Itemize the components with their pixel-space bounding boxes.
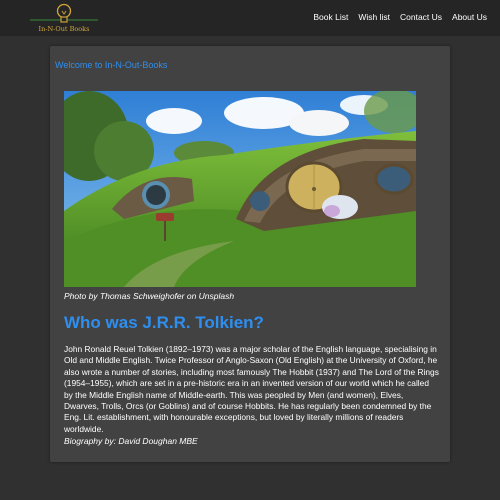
welcome-text: Welcome to In-N-Out-Books <box>55 60 168 70</box>
navbar: In-N-Out Books Book List Wish list Conta… <box>0 0 500 36</box>
brand-text: In-N-Out Books <box>38 25 90 33</box>
biography-byline: Biography by: David Doughan MBE <box>64 436 198 446</box>
lightbulb-icon <box>30 3 98 23</box>
nav-book-list[interactable]: Book List <box>313 12 348 22</box>
nav-wish-list[interactable]: Wish list <box>358 12 390 22</box>
page-heading: Who was J.R.R. Tolkien? <box>64 313 264 332</box>
brand-logo[interactable]: In-N-Out Books <box>28 2 100 34</box>
biography-text: John Ronald Reuel Tolkien (1892–1973) wa… <box>64 344 439 434</box>
nav-links: Book List Wish list Contact Us About Us <box>313 12 487 22</box>
hobbit-hole-photo <box>64 91 416 287</box>
nav-about-us[interactable]: About Us <box>452 12 487 22</box>
nav-contact-us[interactable]: Contact Us <box>400 12 442 22</box>
content-card: Welcome to In-N-Out-Books Photo by Thoma… <box>50 46 450 462</box>
hero-image <box>64 91 416 287</box>
photo-caption: Photo by Thomas Schweighofer on Unsplash <box>64 291 235 301</box>
